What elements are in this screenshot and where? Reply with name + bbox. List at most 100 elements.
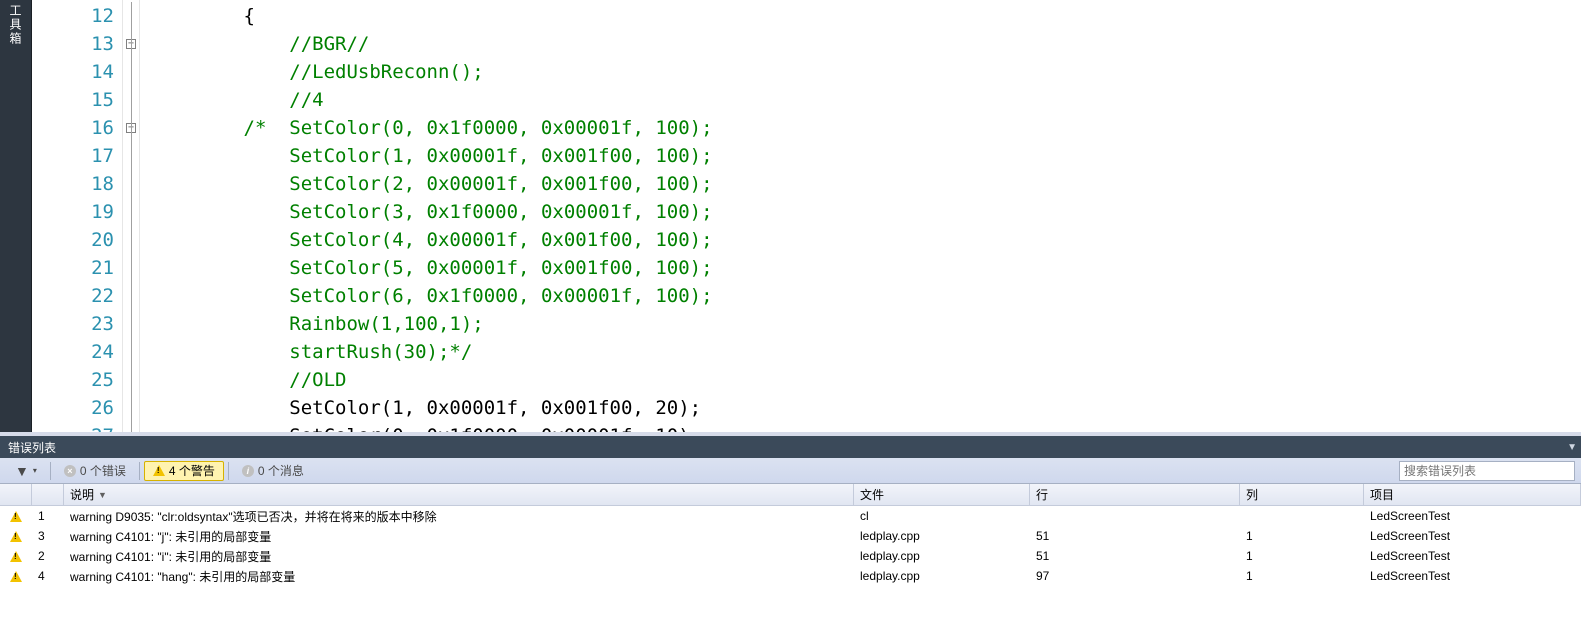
editor-area: 工具箱 12131415161718192021222324252627 −− … [0,0,1581,432]
table-row[interactable]: 1warning D9035: "clr:oldsyntax"选项已否决，并将在… [0,506,1581,526]
line-number: 27 [32,422,114,432]
code-text-area[interactable]: { //BGR// //LedUsbReconn(); //4 /* SetCo… [140,0,1581,432]
line-number: 24 [32,338,114,366]
col-desc[interactable]: 说明▼ [64,484,854,505]
row-col: 1 [1240,566,1364,586]
code-line[interactable]: SetColor(0, 0x1f0000, 0x00001f, 10); [152,422,1581,432]
line-number: 22 [32,282,114,310]
sort-indicator-icon: ▼ [98,490,107,500]
row-file: ledplay.cpp [854,566,1030,586]
search-input[interactable] [1399,461,1575,481]
code-line[interactable]: //BGR// [152,30,1581,58]
line-number: 15 [32,86,114,114]
row-index: 4 [32,566,64,586]
warning-icon [10,511,22,522]
row-index: 3 [32,526,64,546]
code-line[interactable]: SetColor(1, 0x00001f, 0x001f00, 100); [152,142,1581,170]
row-project: LedScreenTest [1364,506,1581,526]
separator [228,462,229,480]
line-number: 25 [32,366,114,394]
filter-button[interactable]: ▼ ▾ [6,461,46,481]
row-desc: warning C4101: "hang": 未引用的局部变量 [64,566,854,586]
row-icon-cell [0,526,32,546]
separator [50,462,51,480]
row-index: 2 [32,546,64,566]
row-file: ledplay.cpp [854,546,1030,566]
row-project: LedScreenTest [1364,566,1581,586]
fold-column[interactable]: −− [122,0,140,432]
col-index[interactable] [32,484,64,505]
row-index: 1 [32,506,64,526]
line-number: 23 [32,310,114,338]
line-number-gutter: 12131415161718192021222324252627 [32,0,122,432]
warning-icon [10,571,22,582]
code-line[interactable]: SetColor(5, 0x00001f, 0x001f00, 100); [152,254,1581,282]
error-list-table: 说明▼ 文件 行 列 项目 1warning D9035: "clr:oldsy… [0,484,1581,630]
filter-icon: ▼ [15,463,29,479]
row-line: 51 [1030,526,1240,546]
row-line [1030,506,1240,526]
code-line[interactable]: SetColor(6, 0x1f0000, 0x00001f, 100); [152,282,1581,310]
separator [139,462,140,480]
line-number: 18 [32,170,114,198]
line-number: 20 [32,226,114,254]
table-row[interactable]: 3warning C4101: "j": 未引用的局部变量ledplay.cpp… [0,526,1581,546]
row-file: ledplay.cpp [854,526,1030,546]
chevron-down-icon: ▾ [33,466,37,475]
warning-icon [10,551,22,562]
row-col: 1 [1240,526,1364,546]
code-line[interactable]: /* SetColor(0, 0x1f0000, 0x00001f, 100); [152,114,1581,142]
panel-dropdown-icon[interactable]: ▼ [1567,442,1577,453]
panel-title-text: 错误列表 [8,439,56,456]
row-col: 1 [1240,546,1364,566]
line-number: 12 [32,2,114,30]
messages-count-label: 0 个消息 [258,462,304,479]
info-icon: i [242,465,254,477]
error-list-titlebar[interactable]: 错误列表 ▼ [0,436,1581,458]
code-line[interactable]: startRush(30);*/ [152,338,1581,366]
col-icon[interactable] [0,484,32,505]
code-line[interactable]: SetColor(1, 0x00001f, 0x001f00, 20); [152,394,1581,422]
row-project: LedScreenTest [1364,526,1581,546]
messages-filter-button[interactable]: i 0 个消息 [233,461,313,481]
errors-count-label: 0 个错误 [80,462,126,479]
line-number: 14 [32,58,114,86]
code-line[interactable]: Rainbow(1,100,1); [152,310,1581,338]
code-editor[interactable]: 12131415161718192021222324252627 −− { //… [32,0,1581,432]
code-line[interactable]: SetColor(4, 0x00001f, 0x001f00, 100); [152,226,1581,254]
row-icon-cell [0,506,32,526]
row-line: 97 [1030,566,1240,586]
line-number: 16 [32,114,114,142]
toolbox-label: 工具箱 [7,0,24,50]
line-number: 19 [32,198,114,226]
warning-icon [153,465,165,476]
warning-icon [10,531,22,542]
row-desc: warning C4101: "i": 未引用的局部变量 [64,546,854,566]
row-desc: warning D9035: "clr:oldsyntax"选项已否决，并将在将… [64,506,854,526]
code-line[interactable]: //OLD [152,366,1581,394]
warnings-filter-button[interactable]: 4 个警告 [144,461,224,481]
col-col[interactable]: 列 [1240,484,1364,505]
errors-filter-button[interactable]: × 0 个错误 [55,461,135,481]
error-list-panel: 错误列表 ▼ ▼ ▾ × 0 个错误 4 个警告 i 0 个消息 说明▼ 文件 [0,432,1581,630]
toolbox-tab[interactable]: 工具箱 [0,0,32,432]
code-line[interactable]: //LedUsbReconn(); [152,58,1581,86]
col-file[interactable]: 文件 [854,484,1030,505]
code-line[interactable]: //4 [152,86,1581,114]
line-number: 17 [32,142,114,170]
table-row[interactable]: 4warning C4101: "hang": 未引用的局部变量ledplay.… [0,566,1581,586]
col-project[interactable]: 项目 [1364,484,1581,505]
error-list-toolbar: ▼ ▾ × 0 个错误 4 个警告 i 0 个消息 [0,458,1581,484]
row-col [1240,506,1364,526]
table-row[interactable]: 2warning C4101: "i": 未引用的局部变量ledplay.cpp… [0,546,1581,566]
col-line[interactable]: 行 [1030,484,1240,505]
row-file: cl [854,506,1030,526]
code-line[interactable]: { [152,2,1581,30]
table-header[interactable]: 说明▼ 文件 行 列 项目 [0,484,1581,506]
line-number: 21 [32,254,114,282]
warnings-count-label: 4 个警告 [169,462,215,479]
code-line[interactable]: SetColor(3, 0x1f0000, 0x00001f, 100); [152,198,1581,226]
line-number: 26 [32,394,114,422]
row-icon-cell [0,566,32,586]
code-line[interactable]: SetColor(2, 0x00001f, 0x001f00, 100); [152,170,1581,198]
